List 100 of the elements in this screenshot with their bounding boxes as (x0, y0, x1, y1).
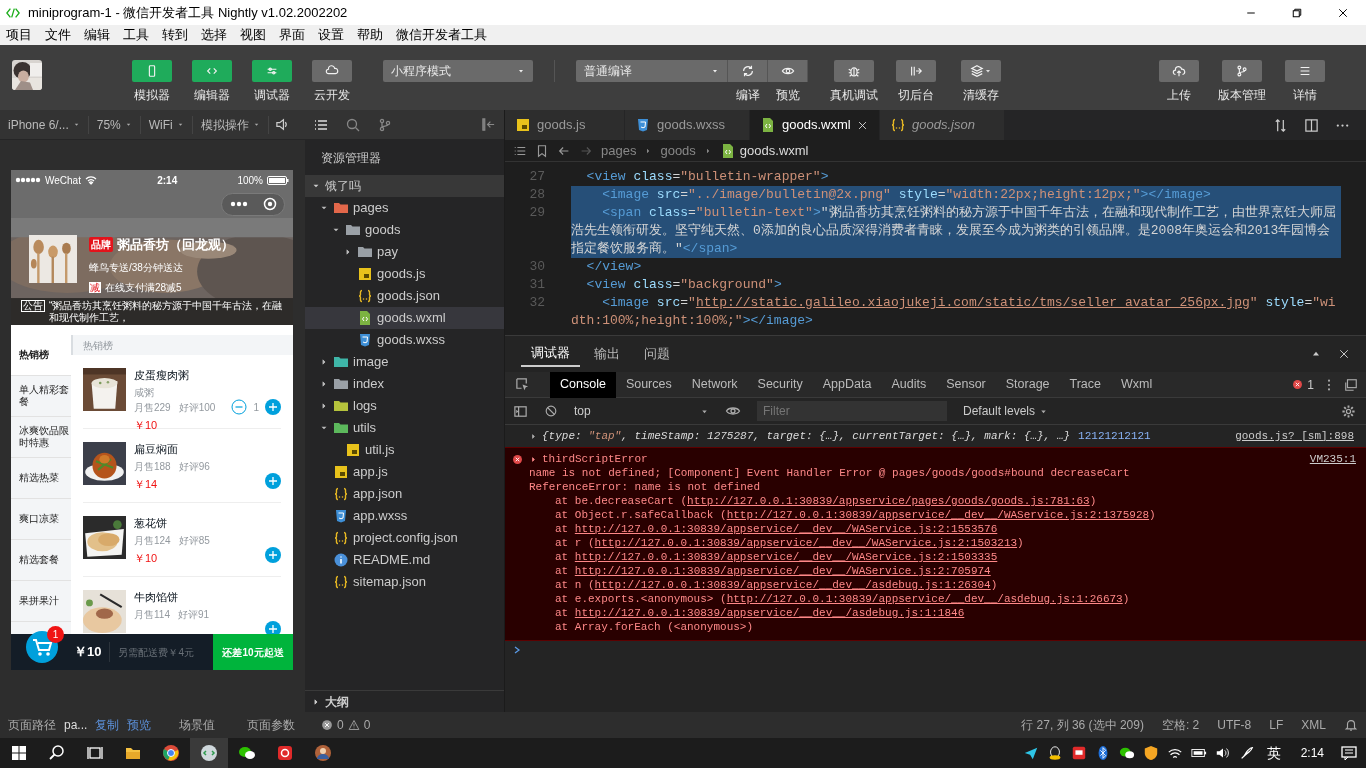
toolbar-button[interactable] (1221, 60, 1262, 82)
breadcrumb-item[interactable]: pages (601, 140, 637, 161)
menu-item[interactable]: 文件 (45, 25, 71, 45)
tree-item[interactable]: goods.wxml (305, 307, 504, 329)
devtools-tab[interactable]: Console (550, 371, 616, 398)
toolbar-button[interactable] (1158, 60, 1199, 82)
close-icon[interactable] (1338, 348, 1350, 360)
object-preview[interactable]: {type: "tap", timeStamp: 1275287, target: {…}, currentTarget: {…}, mark: {…}, …} (542, 427, 1071, 445)
toolbar-button[interactable] (834, 60, 874, 82)
menu-item[interactable]: 界面 (279, 25, 305, 45)
category-item[interactable]: 热销榜 (11, 335, 71, 376)
tree-item[interactable]: goods (305, 219, 504, 241)
mode-dropdown[interactable]: 小程序模式 (383, 60, 533, 82)
speaker-icon[interactable] (274, 117, 290, 132)
add-button[interactable] (265, 547, 281, 563)
menu-item[interactable]: 项目 (6, 25, 32, 45)
line-ending[interactable]: LF (1269, 716, 1284, 734)
breadcrumb-item[interactable]: goods (660, 140, 696, 161)
inspect-icon[interactable] (515, 377, 530, 392)
network-dropdown[interactable]: WiFi (140, 115, 193, 134)
source-link[interactable]: goods.js? [sm]:898 (1235, 427, 1354, 445)
stack-link[interactable]: http://127.0.0.1:30839/appservice/__dev__/WAService.js:2:705974 (574, 565, 991, 577)
compare-icon[interactable] (1273, 117, 1288, 133)
category-item[interactable]: 单人精彩套餐 (11, 376, 71, 417)
split-editor-icon[interactable] (1304, 117, 1319, 133)
notification-icon[interactable] (1344, 718, 1358, 732)
devtools-tab[interactable]: Security (747, 371, 813, 398)
panel-tab[interactable]: 调试器 (521, 341, 580, 367)
page-params[interactable]: 页面参数 (239, 716, 304, 734)
notification-icon[interactable] (1340, 744, 1358, 762)
devtools-tab[interactable]: AppData (812, 371, 882, 398)
problems-counter[interactable]: 0 0 (305, 716, 387, 734)
cart-icon[interactable] (26, 631, 58, 663)
category-item[interactable]: 爽口凉菜 (11, 499, 71, 540)
avatar-app-icon[interactable] (314, 744, 332, 762)
category-item[interactable]: 冰爽饮品限时特惠 (11, 417, 71, 458)
start-icon[interactable] (10, 744, 28, 762)
menu-item[interactable]: 微信开发者工具 (396, 25, 487, 45)
toolbar-button[interactable] (768, 60, 808, 82)
toolbar-button[interactable] (728, 60, 768, 82)
cursor-position[interactable]: 行 27, 列 36 (选中 209) (1021, 716, 1144, 734)
panel-tab[interactable]: 问题 (634, 341, 680, 367)
add-button[interactable] (265, 621, 281, 634)
devtools-tab[interactable]: Storage (995, 371, 1060, 398)
menu-item[interactable]: 编辑 (84, 25, 110, 45)
category-item[interactable]: 果拼果汁 (11, 581, 71, 622)
error-counter[interactable]: 1 (1292, 375, 1314, 394)
close-icon[interactable] (856, 119, 868, 131)
context-select[interactable]: top (574, 402, 709, 420)
devtools-tab[interactable]: Network (681, 371, 748, 398)
error-title[interactable]: thirdScriptError (542, 452, 648, 466)
language-mode[interactable]: XML (1301, 716, 1326, 734)
editor-tab[interactable]: goods.wxml (750, 110, 880, 140)
input-method[interactable]: 英 (1262, 742, 1285, 764)
clock[interactable]: 2:14 (1292, 744, 1332, 762)
tray-app-icon[interactable] (1070, 745, 1087, 761)
copy-link[interactable]: 复制 (95, 716, 120, 734)
video-app-icon[interactable] (276, 744, 294, 762)
dock-icon[interactable] (1344, 377, 1358, 392)
collapse-icon[interactable] (481, 117, 496, 132)
source-link[interactable]: VM235:1 (1309, 452, 1356, 466)
levels-dropdown[interactable]: Default levels (963, 402, 1049, 420)
tree-item[interactable]: image (305, 351, 504, 373)
breadcrumb-item[interactable]: goods.wxml (739, 140, 809, 161)
menu-item[interactable]: 转到 (162, 25, 188, 45)
capsule-menu[interactable] (221, 192, 285, 216)
action-dropdown[interactable]: 模拟操作 (192, 115, 269, 134)
stack-link[interactable]: http://127.0.0.1:30839/appservice/__dev__/asdebug.js:1:1846 (574, 607, 965, 619)
compile-dropdown[interactable]: 普通编译 (576, 60, 728, 82)
toolbar-button[interactable] (312, 60, 352, 82)
task-view-icon[interactable] (86, 744, 104, 762)
tree-item[interactable]: app.wxss (305, 505, 504, 527)
chat-app-icon[interactable] (238, 744, 256, 762)
menu-item[interactable]: 视图 (240, 25, 266, 45)
tree-item[interactable]: project.config.json (305, 527, 504, 549)
sidebar-icon[interactable] (513, 403, 528, 419)
stack-link[interactable]: http://127.0.0.1:30839/appservice/__dev__/asdebug.js:1:26673 (726, 593, 1123, 605)
toolbar-button[interactable] (1284, 60, 1325, 82)
toolbar-button[interactable] (961, 60, 1001, 82)
devtools-tab[interactable]: Trace (1059, 371, 1112, 398)
project-header[interactable]: 饿了吗 (305, 175, 504, 197)
stack-link[interactable]: http://127.0.0.1:30839/appservice/__dev__/WAService.js:2:1375928 (726, 509, 1150, 521)
devtools-app-icon[interactable] (200, 744, 218, 762)
chat-app-icon[interactable] (1118, 745, 1135, 761)
preview-link[interactable]: 预览 (127, 716, 152, 734)
tree-item[interactable]: util.js (305, 439, 504, 461)
stack-link[interactable]: http://127.0.0.1:30839/appservice/__dev__/asdebug.js:1:26304 (594, 579, 991, 591)
devtools-tab[interactable]: Sources (615, 371, 682, 398)
toolbar-button[interactable] (895, 60, 936, 82)
tree-item[interactable]: goods.wxss (305, 329, 504, 351)
tree-item[interactable]: index (305, 373, 504, 395)
tree-item[interactable]: README.md (305, 549, 504, 571)
devtools-tab[interactable]: Audits (881, 371, 937, 398)
menu-item[interactable]: 工具 (123, 25, 149, 45)
add-button[interactable] (265, 399, 281, 415)
indentation[interactable]: 空格: 2 (1161, 716, 1200, 734)
menu-item[interactable]: 选择 (201, 25, 227, 45)
tree-item[interactable]: logs (305, 395, 504, 417)
devtools-tab[interactable]: Sensor (936, 371, 996, 398)
editor-tab[interactable]: goods.wxss (625, 110, 750, 140)
